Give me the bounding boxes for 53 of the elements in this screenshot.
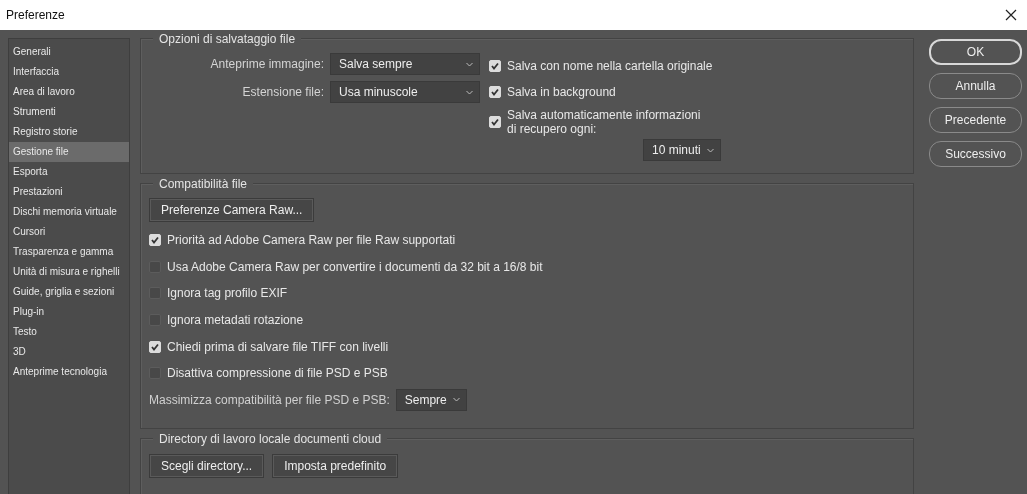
caret-icon: [452, 397, 460, 403]
directory-button[interactable]: Imposta predefinito: [272, 454, 399, 478]
sidebar-item[interactable]: Guide, griglia e sezioni: [9, 282, 129, 302]
dropdown-value: Usa minuscole: [339, 85, 418, 99]
checkbox-label: Ignora metadati rotazione: [167, 313, 304, 328]
checkbox-label: Salva automaticamente informazioni di recupero ogni:: [507, 108, 702, 136]
field-label: Estensione file:: [242, 85, 324, 99]
sidebar-item[interactable]: Trasparenza e gamma: [9, 242, 129, 262]
window-title: Preferenze: [6, 8, 65, 22]
sidebar-item[interactable]: Unità di misura e righelli: [9, 262, 129, 282]
sidebar-item[interactable]: Generali: [9, 42, 129, 62]
dropdown[interactable]: Salva sempre: [330, 53, 480, 75]
checkbox-label: Priorità ad Adobe Camera Raw per file Raw supportati: [167, 233, 456, 248]
directory-button[interactable]: Scegli directory...: [149, 454, 265, 478]
dialog-button[interactable]: Successivo: [929, 141, 1022, 167]
checkbox-label: Salva in background: [507, 85, 616, 99]
close-icon[interactable]: [1005, 9, 1017, 21]
sidebar-item[interactable]: Registro storie: [9, 122, 129, 142]
caret-icon: [466, 61, 473, 67]
sidebar-item[interactable]: Strumenti: [9, 102, 129, 122]
checkbox-label: Salva con nome nella cartella originale: [507, 59, 713, 73]
sidebar-item[interactable]: Esporta: [9, 162, 129, 182]
sidebar-item[interactable]: Prestazioni: [9, 182, 129, 202]
sidebar-item[interactable]: Dischi memoria virtuale: [9, 202, 129, 222]
checkbox-label: Disattiva compressione di file PSD e PSB: [167, 366, 388, 381]
sidebar-item[interactable]: Anteprime tecnologia: [9, 362, 129, 382]
dropdown-value: 10 minuti: [652, 143, 701, 157]
sidebar-item[interactable]: Area di lavoro: [9, 82, 129, 102]
dialog-button[interactable]: Precedente: [929, 107, 1022, 133]
sidebar-item[interactable]: Testo: [9, 322, 129, 342]
dialog-button[interactable]: Annulla: [929, 73, 1022, 99]
group-title: Compatibilità file: [153, 176, 254, 192]
sidebar-item[interactable]: Plug-in: [9, 302, 129, 322]
camera-raw-button[interactable]: Preferenze Camera Raw...: [149, 198, 315, 222]
group-title: Opzioni di salvataggio file: [153, 31, 302, 47]
dropdown[interactable]: Sempre: [395, 388, 467, 411]
checkbox-label: Usa Adobe Camera Raw per convertire i documenti da 32 bit a 16/8 bit: [167, 259, 543, 274]
field-label: Massimizza compatibilità per file PSD e PSB:: [149, 392, 390, 407]
dropdown-value: Salva sempre: [339, 57, 413, 71]
dropdown-value: Sempre: [404, 392, 447, 407]
sidebar-item[interactable]: Cursori: [9, 222, 129, 242]
checkbox-label: Chiedi prima di salvare file TIFF con livelli: [167, 339, 389, 354]
checkbox-label: Ignora tag profilo EXIF: [167, 286, 288, 301]
field-label: Anteprime immagine:: [210, 57, 324, 71]
group-title: Directory di lavoro locale documenti cloud: [153, 431, 388, 447]
sidebar-item[interactable]: Interfaccia: [9, 62, 129, 82]
caret-icon: [466, 89, 473, 95]
dialog-button[interactable]: OK: [929, 39, 1022, 65]
sidebar-item[interactable]: 3D: [9, 342, 129, 362]
dropdown[interactable]: Usa minuscole: [330, 81, 480, 103]
caret-icon: [706, 147, 714, 153]
dropdown[interactable]: 10 minuti: [643, 139, 721, 161]
sidebar-item[interactable]: Gestione file: [9, 142, 129, 162]
